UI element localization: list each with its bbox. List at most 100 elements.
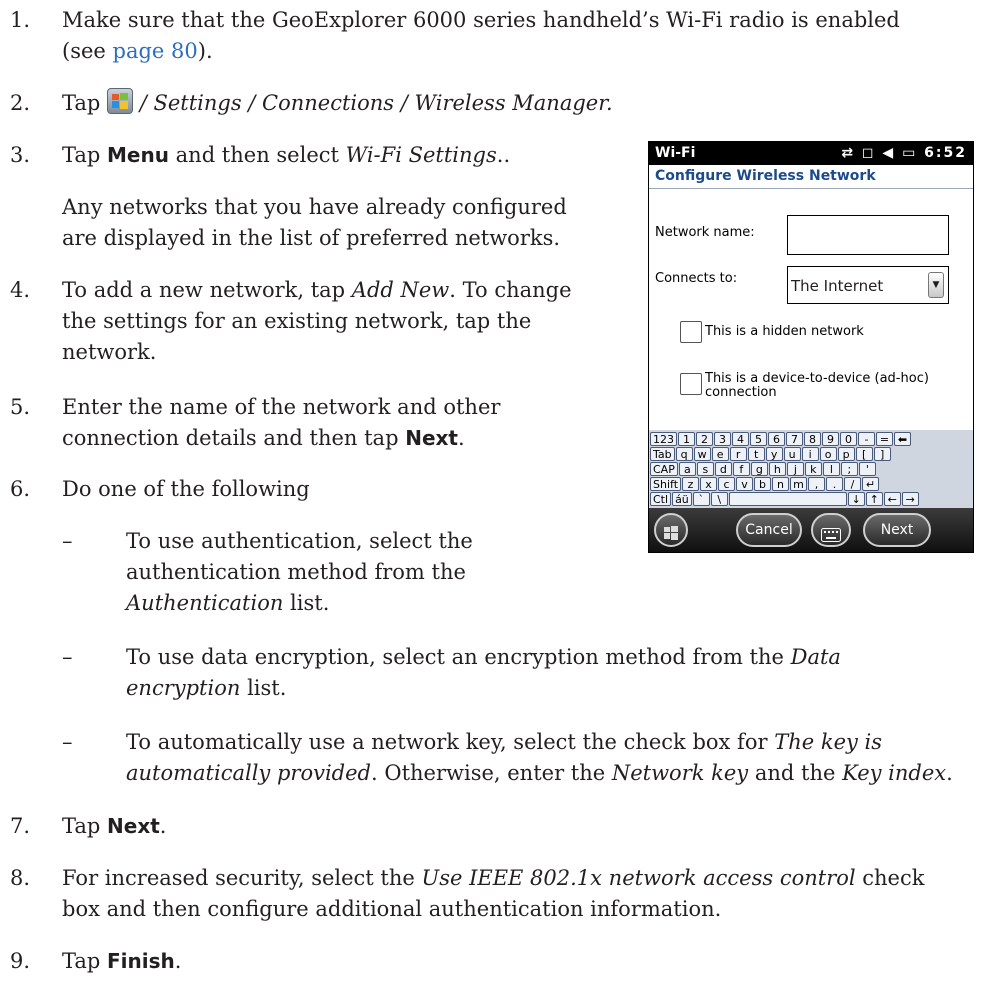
keyboard-key[interactable]: k — [804, 462, 822, 476]
keyboard-key[interactable]: p — [837, 447, 855, 461]
adhoc-label-line-1: This is a device-to-device (ad-hoc) — [705, 371, 929, 386]
next-button[interactable]: Next — [863, 513, 931, 547]
step-5-line-1: Enter the name of the network and other — [62, 395, 501, 419]
keyboard-key[interactable]: ↵ — [862, 477, 880, 491]
keyboard-key[interactable]: áü — [672, 492, 692, 506]
keyboard-key[interactable]: j — [786, 462, 804, 476]
keyboard-key[interactable]: n — [772, 477, 790, 491]
keyboard-key[interactable]: . — [826, 477, 844, 491]
keyboard-key[interactable]: f — [732, 462, 750, 476]
keyboard-key[interactable]: t — [747, 447, 765, 461]
keyboard-key[interactable]: r — [729, 447, 747, 461]
keyboard-key[interactable]: Shift — [650, 477, 682, 491]
status-bar: Wi-Fi ⇄ ◻ ◀ ▭ 6:52 — [649, 142, 973, 165]
step-1-line-1: Make sure that the GeoExplorer 6000 seri… — [62, 8, 900, 32]
keyboard-key[interactable]: l — [822, 462, 840, 476]
keyboard-key[interactable] — [728, 492, 847, 506]
keyboard-key[interactable]: y — [765, 447, 783, 461]
keyboard-key[interactable]: = — [876, 432, 893, 446]
keyboard-key[interactable]: m — [790, 477, 808, 491]
keyboard-key[interactable]: ↓ — [847, 492, 865, 506]
bullet-dash: – — [62, 645, 73, 669]
keyboard-key[interactable]: ` — [692, 492, 710, 506]
step-number: 6. — [10, 477, 31, 501]
keyboard-key[interactable]: 1 — [678, 432, 695, 446]
key-index-term: Key index — [842, 761, 947, 785]
bullet-text: To automatically use a network key, sele… — [126, 727, 953, 789]
keyboard-key[interactable]: ' — [858, 462, 876, 476]
keyboard-key[interactable]: 8 — [804, 432, 821, 446]
keyboard-key[interactable]: 5 — [750, 432, 767, 446]
step-3-post: .. — [496, 143, 511, 167]
keyboard-key[interactable]: / — [844, 477, 862, 491]
bullet-text: To use authentication, select the authen… — [126, 526, 473, 619]
keyboard-key[interactable]: e — [711, 447, 729, 461]
windows-start-icon — [107, 88, 134, 114]
keyboard-key[interactable]: z — [682, 477, 700, 491]
keyboard-key[interactable]: 9 — [822, 432, 839, 446]
keyboard-key[interactable]: [ — [855, 447, 873, 461]
keyboard-key[interactable]: w — [693, 447, 711, 461]
page-link[interactable]: page 80 — [113, 39, 198, 63]
step-text: Tap Menu and then select Wi-Fi Settings.… — [62, 140, 510, 171]
keyboard-toggle-button[interactable] — [811, 513, 851, 547]
keyboard-key[interactable]: 7 — [786, 432, 803, 446]
keyboard-row-1: 123 1 2 3 4 5 6 7 8 9 0- = ⬅ — [650, 432, 911, 447]
hidden-network-label: This is a hidden network — [705, 324, 864, 339]
keyboard-key[interactable]: 2 — [696, 432, 713, 446]
keyboard-key[interactable]: - — [858, 432, 875, 446]
keyboard-row-2: Tab q w e r t y u i o p[] — [650, 447, 891, 462]
keyboard-key[interactable]: 123 — [650, 432, 677, 446]
keyboard-key[interactable]: ← — [883, 492, 901, 506]
keyboard-key[interactable]: ; — [840, 462, 858, 476]
step-5-line-2-post: . — [457, 426, 465, 450]
bullet-3-line-1-pre: To automatically use a network key, sele… — [126, 730, 775, 754]
app-title: Wi-Fi — [655, 145, 696, 161]
step-text: Tap Next. — [62, 811, 166, 842]
keyboard-key[interactable]: 6 — [768, 432, 785, 446]
cancel-button[interactable]: Cancel — [736, 513, 802, 547]
network-name-input[interactable] — [787, 215, 949, 255]
keyboard-key[interactable]: \ — [710, 492, 728, 506]
keyboard-key[interactable]: Tab — [650, 447, 675, 461]
note-line-1: Any networks that you have already confi… — [62, 195, 567, 219]
keyboard-key[interactable]: ] — [873, 447, 891, 461]
screen-header-text: Configure Wireless Network — [655, 168, 876, 184]
keyboard-key[interactable]: i — [801, 447, 819, 461]
keyboard-key[interactable]: h — [768, 462, 786, 476]
keyboard-key[interactable]: o — [819, 447, 837, 461]
adhoc-checkbox[interactable] — [680, 373, 702, 395]
keyboard-key[interactable]: u — [783, 447, 801, 461]
bullet-3-line-2-post: . — [946, 761, 953, 785]
keyboard-key[interactable]: b — [754, 477, 772, 491]
clock: 6:52 — [924, 145, 967, 161]
dropdown-arrow-icon[interactable]: ▼ — [928, 272, 944, 298]
keyboard-key[interactable]: → — [901, 492, 919, 506]
status-icon-glyphs: ⇄ ◻ ◀ ▭ — [841, 145, 918, 161]
keyboard-key[interactable]: d — [714, 462, 732, 476]
keyboard-key[interactable]: a — [678, 462, 696, 476]
keyboard-key[interactable]: , — [808, 477, 826, 491]
keyboard-key[interactable]: ⬅ — [894, 432, 911, 446]
keyboard-key[interactable]: 4 — [732, 432, 749, 446]
keyboard-key[interactable]: 3 — [714, 432, 731, 446]
step-1-line-2-pre: (see — [62, 39, 113, 63]
keyboard-key[interactable]: CAP — [650, 462, 678, 476]
keyboard-key[interactable]: g — [750, 462, 768, 476]
step-4-line-2: the settings for an existing network, ta… — [62, 309, 532, 333]
keyboard-key[interactable]: ↑ — [865, 492, 883, 506]
keyboard-key[interactable]: q — [675, 447, 693, 461]
authentication-term: Authentication — [126, 591, 284, 615]
start-button[interactable] — [654, 513, 688, 547]
bullet-1-line-3-post: list. — [283, 591, 330, 615]
keyboard-key[interactable]: v — [736, 477, 754, 491]
step-8-line-1-post: check — [855, 866, 925, 890]
keyboard-key[interactable]: x — [700, 477, 718, 491]
adhoc-label-line-2: connection — [705, 385, 777, 400]
keyboard-key[interactable]: c — [718, 477, 736, 491]
hidden-network-checkbox[interactable] — [680, 321, 702, 343]
keyboard-key[interactable]: 0 — [840, 432, 857, 446]
keyboard-key[interactable]: s — [696, 462, 714, 476]
keyboard-key[interactable]: Ctl — [650, 492, 672, 506]
connects-to-select[interactable]: The Internet ▼ — [787, 266, 949, 304]
